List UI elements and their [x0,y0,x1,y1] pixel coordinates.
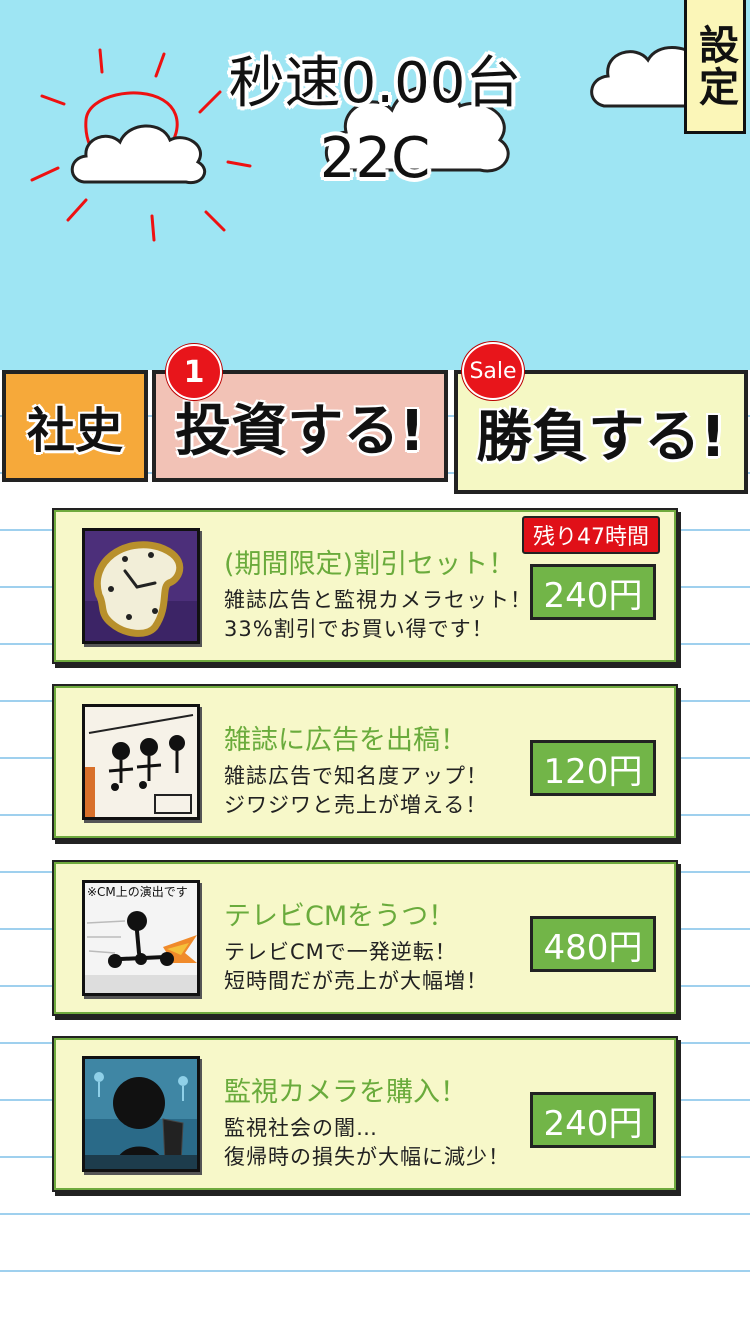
shop-item-magazine-ad[interactable]: 雑誌に広告を出稿！ 雑誌広告で知名度アップ！ ジワジワと売上が増える！ 120円 [52,684,678,840]
sales-speed-label: 秒速0.00台 [228,51,522,116]
item-description: 雑誌広告と監視カメラセット！ [224,588,532,612]
notification-badge: 1 [166,344,222,400]
cm-disclaimer-note: ※CM上の演出です [87,885,188,899]
item-description: 33%割引でお買い得です！ [224,617,494,641]
tab-history-label: 社史 [26,403,123,459]
item-title: 雑誌に広告を出稿！ [224,725,467,756]
shop-item-discount-set[interactable]: (期間限定)割引セット！ 雑誌広告と監視カメラセット！ 33%割引でお買い得です… [52,508,678,664]
item-title: テレビCMをうつ！ [224,901,456,932]
item-title: 監視カメラを購入！ [224,1077,467,1108]
security-camera-icon [82,1056,200,1172]
money-label: 22C [319,126,431,191]
tab-invest-label: 投資する! [175,398,425,464]
item-description: 復帰時の損失が大幅に減少！ [224,1145,510,1169]
item-description: テレビCMで一発逆転！ [224,940,457,964]
settings-button[interactable]: 設定 [684,0,746,134]
buy-button[interactable]: 480円 [530,916,656,972]
magazine-icon [82,704,200,820]
sale-badge: Sale [462,342,524,400]
time-remaining-badge: 残り47時間 [522,516,660,554]
item-description: 雑誌広告で知名度アップ！ [224,764,488,788]
item-description: 短時間だが売上が大幅増！ [224,969,488,993]
item-description: ジワジワと売上が増える！ [224,793,488,817]
tab-history[interactable]: 社史 [2,370,148,482]
item-title: (期間限定)割引セット！ [224,549,516,580]
buy-button[interactable]: 120円 [530,740,656,796]
buy-button[interactable]: 240円 [530,1092,656,1148]
item-description: 監視社会の闇… [224,1116,378,1140]
melting-clock-icon [82,528,200,644]
tv-commercial-icon: ※CM上の演出です [82,880,200,996]
shop-item-security-camera[interactable]: 監視カメラを購入！ 監視社会の闇… 復帰時の損失が大幅に減少！ 240円 [52,1036,678,1192]
shop-item-tv-commercial[interactable]: ※CM上の演出です テレビCMをうつ！ テレビCMで一発逆転！ 短時間だが売上が… [52,860,678,1016]
buy-button[interactable]: 240円 [530,564,656,620]
tab-battle-label: 勝負する! [476,404,726,470]
